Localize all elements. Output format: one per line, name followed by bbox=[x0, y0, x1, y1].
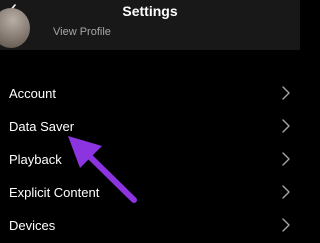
settings-item-data-saver[interactable]: Data Saver bbox=[0, 108, 300, 141]
chevron-right-icon bbox=[282, 86, 290, 100]
settings-list: Account Data Saver Playback Explicit Con… bbox=[0, 75, 300, 240]
settings-item-label: Data Saver bbox=[9, 119, 75, 134]
chevron-right-icon bbox=[282, 185, 290, 199]
settings-item-explicit-content[interactable]: Explicit Content bbox=[0, 174, 300, 207]
profile-row[interactable]: View Profile bbox=[0, 8, 300, 50]
view-profile-link[interactable]: View Profile bbox=[53, 26, 111, 38]
settings-item-label: Playback bbox=[9, 152, 62, 167]
top-bar: Settings bbox=[0, 0, 300, 28]
settings-item-label: Explicit Content bbox=[9, 185, 100, 200]
settings-item-account[interactable]: Account bbox=[0, 75, 300, 108]
chevron-right-icon bbox=[282, 119, 290, 133]
settings-item-devices[interactable]: Devices bbox=[0, 207, 300, 240]
settings-item-label: Devices bbox=[9, 218, 56, 233]
chevron-right-icon bbox=[282, 152, 290, 166]
settings-item-playback[interactable]: Playback bbox=[0, 141, 300, 174]
page-title: Settings bbox=[122, 3, 178, 19]
chevron-right-icon bbox=[282, 218, 290, 232]
settings-item-label: Account bbox=[9, 86, 56, 101]
